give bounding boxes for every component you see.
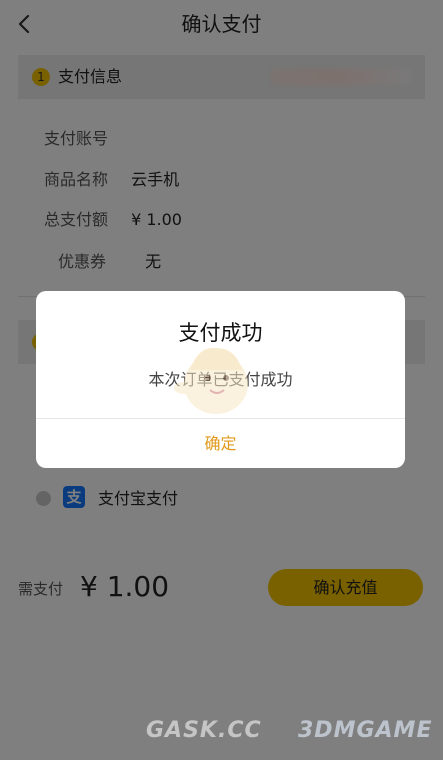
site-watermark: GASK.CC 3DMGAME bbox=[140, 712, 440, 752]
mascot-watermark-icon bbox=[174, 347, 248, 414]
watermark-text: GASK.CC bbox=[146, 718, 262, 743]
ok-button[interactable]: 确定 bbox=[36, 419, 405, 468]
watermark-text: 3DMGAME bbox=[298, 718, 433, 743]
